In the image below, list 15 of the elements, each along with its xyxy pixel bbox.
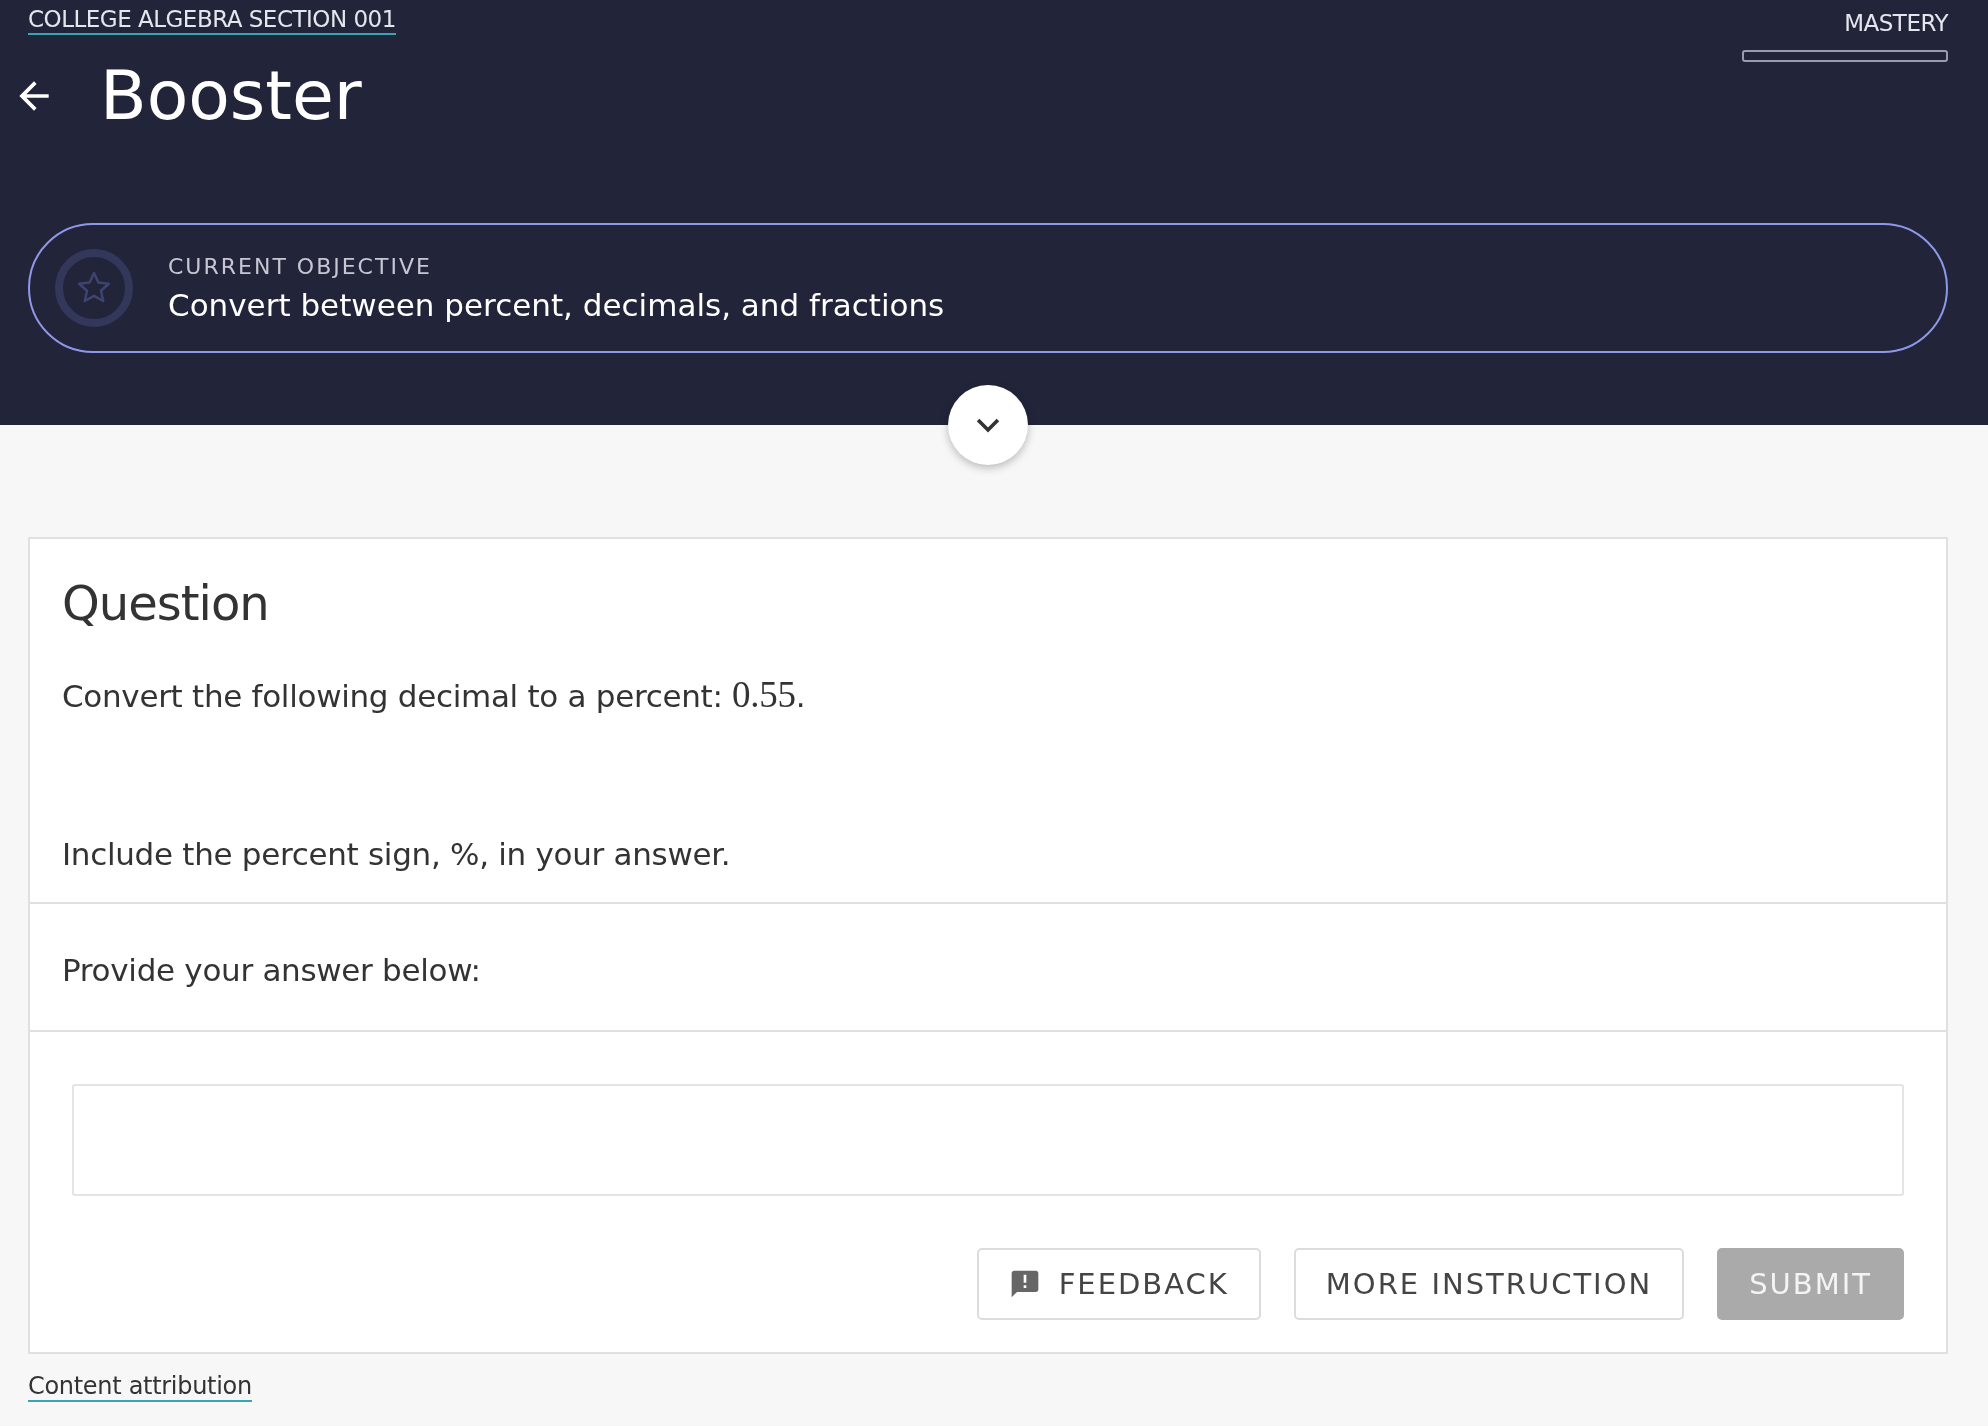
- star-badge-icon: [54, 248, 134, 328]
- course-link[interactable]: COLLEGE ALGEBRA SECTION 001: [28, 6, 396, 35]
- objective-text: Convert between percent, decimals, and fractions: [168, 286, 945, 323]
- objective-label: CURRENT OBJECTIVE: [168, 253, 433, 279]
- expand-button[interactable]: [948, 385, 1028, 465]
- answer-field[interactable]: [72, 1084, 1904, 1196]
- instruction-text: Include the percent sign, %, in your answer.: [62, 836, 732, 872]
- feedback-button[interactable]: FEEDBACK: [976, 1248, 1261, 1320]
- page-title: Booster: [100, 56, 362, 135]
- instruction-button[interactable]: MORE INSTRUCTION: [1293, 1248, 1685, 1320]
- question-heading: Question: [62, 575, 270, 631]
- mastery-label: MASTERY: [1844, 9, 1948, 36]
- question-text: Convert the following decimal to a percent: 0.55.: [62, 673, 807, 716]
- attribution-link[interactable]: Content attribution: [28, 1372, 252, 1402]
- answer-label: Provide your answer below:: [30, 904, 1946, 1032]
